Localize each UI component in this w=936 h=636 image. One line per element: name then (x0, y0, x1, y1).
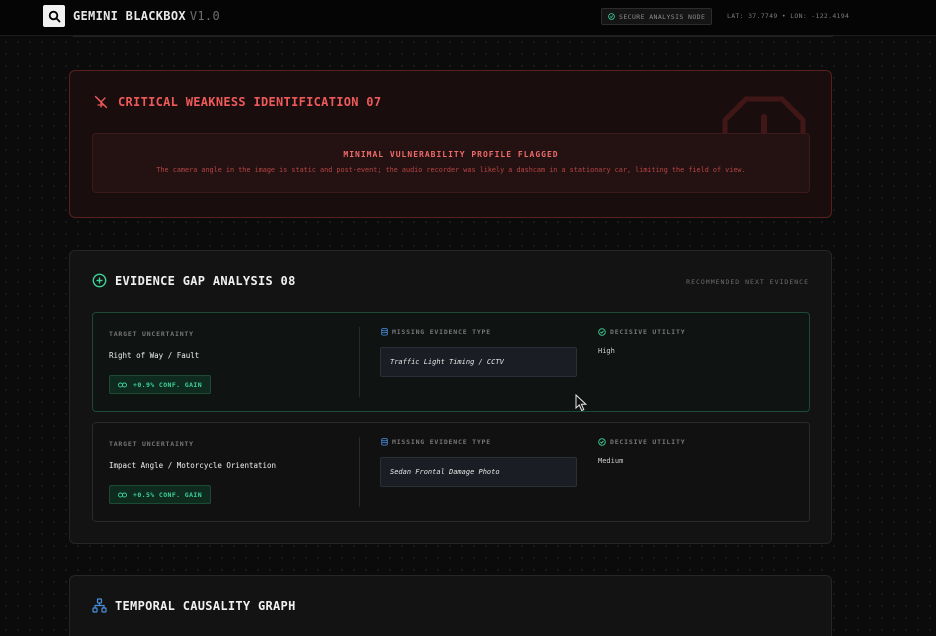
critical-weakness-panel: CRITICAL WEAKNESS IDENTIFICATION 07 MINI… (69, 70, 832, 218)
gap-subtitle: RECOMMENDED NEXT EVIDENCE (686, 278, 809, 286)
missing-evidence-value: Traffic Light Timing / CCTV (380, 347, 577, 377)
plus-circle-icon (92, 273, 107, 288)
gap-title: EVIDENCE GAP ANALYSIS 08 (115, 273, 296, 288)
decisive-utility-value: Medium (598, 457, 624, 465)
node-status-badge: SECURE ANALYSIS NODE (601, 8, 713, 25)
decisive-utility-label: DECISIVE UTILITY (598, 328, 685, 336)
crossed-out-icon (94, 95, 108, 109)
confidence-gain-badge: +0.9% CONF. GAIN (109, 375, 212, 394)
confidence-gain-text: +0.5% CONF. GAIN (133, 490, 203, 499)
coordinates-readout: LAT: 37.7749 • LON: -122.4194 (727, 12, 850, 20)
target-uncertainty-label: TARGET UNCERTAINTY (109, 330, 194, 338)
hierarchy-icon (92, 598, 107, 613)
confidence-gain-badge: +0.5% CONF. GAIN (109, 485, 212, 504)
missing-evidence-label: MISSING EVIDENCE TYPE (381, 328, 491, 336)
critical-message-heading: MINIMAL VULNERABILITY PROFILE FLAGGED (343, 150, 559, 159)
critical-message-text: The camera angle in the image is static … (156, 166, 746, 174)
database-icon (381, 328, 388, 336)
top-bar: GEMINI BLACKBOX V1.0 SECURE ANALYSIS NODE… (0, 0, 936, 36)
app-name: GEMINI BLACKBOX (73, 9, 186, 23)
gap-header: EVIDENCE GAP ANALYSIS 08 (92, 273, 296, 288)
column-divider (359, 327, 360, 397)
target-uncertainty-value: Right of Way / Fault (109, 351, 200, 360)
check-circle-icon (598, 438, 606, 446)
node-status-label: SECURE ANALYSIS NODE (619, 12, 706, 21)
decisive-utility-label: DECISIVE UTILITY (598, 438, 685, 446)
critical-title: CRITICAL WEAKNESS IDENTIFICATION 07 (118, 95, 382, 109)
evidence-gap-card[interactable]: TARGET UNCERTAINTY Right of Way / Fault … (92, 312, 810, 412)
missing-evidence-label-text: MISSING EVIDENCE TYPE (392, 328, 491, 336)
decisive-utility-label-text: DECISIVE UTILITY (610, 438, 686, 446)
critical-header: CRITICAL WEAKNESS IDENTIFICATION 07 (94, 95, 381, 109)
column-divider (359, 437, 360, 507)
evidence-gap-panel: EVIDENCE GAP ANALYSIS 08 RECOMMENDED NEX… (69, 250, 832, 544)
mouse-cursor-icon (575, 394, 587, 412)
critical-message-box: MINIMAL VULNERABILITY PROFILE FLAGGED Th… (92, 133, 810, 193)
header-divider (73, 36, 833, 37)
check-circle-icon (598, 328, 606, 336)
missing-evidence-label-text: MISSING EVIDENCE TYPE (392, 438, 491, 446)
target-uncertainty-value: Impact Angle / Motorcycle Orientation (109, 461, 277, 470)
search-icon (48, 10, 60, 22)
temporal-header: TEMPORAL CAUSALITY GRAPH (92, 598, 296, 613)
app-version: V1.0 (189, 9, 220, 23)
missing-evidence-label: MISSING EVIDENCE TYPE (381, 438, 491, 446)
decisive-utility-value: High (598, 347, 615, 355)
link-icon (118, 382, 127, 387)
app-title: GEMINI BLACKBOX V1.0 (73, 9, 220, 23)
evidence-gap-card[interactable]: TARGET UNCERTAINTY Impact Angle / Motorc… (92, 422, 810, 522)
decisive-utility-label-text: DECISIVE UTILITY (610, 328, 686, 336)
app-logo[interactable] (43, 5, 65, 27)
database-icon (381, 438, 388, 446)
confidence-gain-text: +0.9% CONF. GAIN (133, 380, 203, 389)
missing-evidence-value: Sedan Frontal Damage Photo (380, 457, 577, 487)
temporal-causality-panel: TEMPORAL CAUSALITY GRAPH (69, 575, 832, 636)
shield-check-icon (608, 13, 615, 20)
target-uncertainty-label: TARGET UNCERTAINTY (109, 440, 194, 448)
link-icon (118, 492, 127, 497)
temporal-title: TEMPORAL CAUSALITY GRAPH (115, 598, 296, 613)
